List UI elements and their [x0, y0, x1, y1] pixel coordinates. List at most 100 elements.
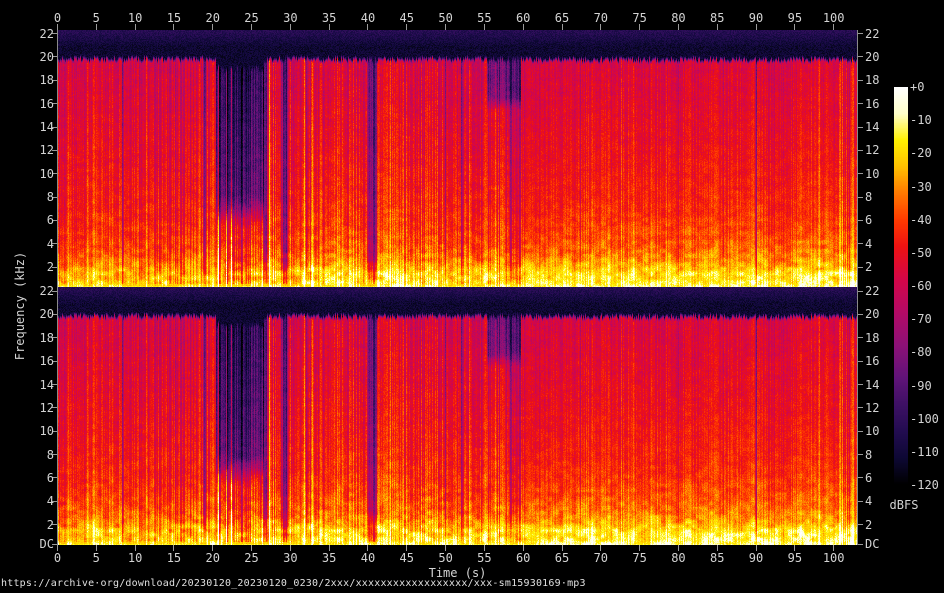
freq-tick-mark-right	[858, 407, 863, 408]
axis-ticks-layer: 0055101015152020252530303535404045455050…	[0, 0, 944, 593]
freq-tick-label-left: 14	[14, 379, 54, 391]
bottom-time-tick-label: 25	[232, 552, 272, 564]
bottom-time-tick-label: 85	[697, 552, 737, 564]
top-time-tick-label: 80	[658, 12, 698, 24]
dc-tick-mark-right	[858, 544, 863, 545]
spectrogram-window: 0055101015152020252530303535404045455050…	[0, 0, 944, 593]
bottom-time-tick-label: 35	[309, 552, 349, 564]
colorbar-tick-label: -40	[910, 214, 932, 226]
freq-tick-mark-right	[858, 267, 863, 268]
freq-tick-label-left: 10	[14, 168, 54, 180]
colorbar-tick-label: -120	[910, 479, 939, 491]
top-time-tick-label: 75	[620, 12, 660, 24]
freq-tick-label-left: 8	[14, 449, 54, 461]
freq-tick-mark-right	[858, 197, 863, 198]
freq-tick-label-left: 8	[14, 191, 54, 203]
colorbar-tick-label: -30	[910, 181, 932, 193]
freq-tick-label-left: 10	[14, 425, 54, 437]
top-time-tick-label: 60	[503, 12, 543, 24]
freq-tick-mark-right	[858, 220, 863, 221]
bottom-time-tick-label: 15	[154, 552, 194, 564]
colorbar-tick-label: -50	[910, 247, 932, 259]
bottom-time-tick-label: 45	[387, 552, 427, 564]
bottom-time-tick-label: 75	[620, 552, 660, 564]
freq-tick-label-left: 22	[14, 28, 54, 40]
freq-tick-label-right: 22	[865, 28, 905, 40]
colorbar-tick-label: -80	[910, 346, 932, 358]
freq-tick-label-right: 18	[865, 74, 905, 86]
top-time-tick-label: 20	[193, 12, 233, 24]
bottom-time-tick-label: 50	[426, 552, 466, 564]
freq-tick-label-left: 6	[14, 214, 54, 226]
top-time-tick-label: 70	[581, 12, 621, 24]
freq-tick-mark-right	[858, 103, 863, 104]
top-time-tick-label: 40	[348, 12, 388, 24]
freq-tick-label-left: 12	[14, 402, 54, 414]
freq-tick-mark-right	[858, 454, 863, 455]
freq-tick-label-left: 2	[14, 519, 54, 531]
colorbar-tick-label: -60	[910, 280, 932, 292]
freq-tick-label-right: 2	[865, 519, 905, 531]
freq-tick-mark-right	[858, 150, 863, 151]
bottom-time-tick-label: 90	[736, 552, 776, 564]
top-time-tick-label: 85	[697, 12, 737, 24]
freq-tick-mark-right	[858, 291, 863, 292]
freq-tick-mark-right	[858, 80, 863, 81]
freq-tick-label-left: 12	[14, 144, 54, 156]
bottom-time-tick-label: 60	[503, 552, 543, 564]
colorbar-tick-label: -90	[910, 380, 932, 392]
freq-tick-label-right: 20	[865, 51, 905, 63]
top-time-tick-label: 55	[464, 12, 504, 24]
top-time-tick-label: 45	[387, 12, 427, 24]
top-time-tick-label: 35	[309, 12, 349, 24]
top-time-tick-label: 95	[775, 12, 815, 24]
colorbar-unit-label: dBFS	[874, 498, 934, 512]
bottom-time-tick-label: 80	[658, 552, 698, 564]
bottom-time-tick-label: 95	[775, 552, 815, 564]
colorbar-tick-label: +0	[910, 81, 924, 93]
bottom-time-tick-label: 100	[814, 552, 854, 564]
freq-tick-label-left: 20	[14, 51, 54, 63]
freq-tick-mark-right	[858, 33, 863, 34]
freq-tick-label-left: 18	[14, 74, 54, 86]
top-time-tick-label: 0	[38, 12, 78, 24]
colorbar-tick-label: -100	[910, 413, 939, 425]
bottom-time-tick-label: 65	[542, 552, 582, 564]
bottom-time-tick-label: 20	[193, 552, 233, 564]
freq-tick-mark-right	[858, 173, 863, 174]
freq-tick-mark-right	[858, 127, 863, 128]
bottom-time-tick-label: 40	[348, 552, 388, 564]
colorbar-gradient	[894, 87, 908, 485]
bottom-time-tick-label: 5	[76, 552, 116, 564]
freq-tick-label-left: 16	[14, 98, 54, 110]
bottom-time-tick-label: 30	[270, 552, 310, 564]
bottom-time-tick-label: 0	[38, 552, 78, 564]
freq-tick-mark-right	[858, 524, 863, 525]
top-time-tick-label: 100	[814, 12, 854, 24]
bottom-time-tick-label: 55	[464, 552, 504, 564]
freq-tick-label-left: 14	[14, 121, 54, 133]
top-time-tick-label: 15	[154, 12, 194, 24]
dc-label-right: DC	[865, 538, 905, 550]
colorbar-tick-label: -70	[910, 313, 932, 325]
top-time-tick-label: 25	[232, 12, 272, 24]
freq-tick-mark-right	[858, 243, 863, 244]
freq-tick-mark-right	[858, 431, 863, 432]
bottom-time-tick-label: 70	[581, 552, 621, 564]
dc-label-left: DC	[14, 538, 54, 550]
freq-tick-label-left: 6	[14, 472, 54, 484]
freq-tick-mark-right	[858, 501, 863, 502]
freq-tick-label-left: 4	[14, 495, 54, 507]
top-time-tick-label: 10	[115, 12, 155, 24]
freq-tick-mark-right	[858, 56, 863, 57]
freq-tick-mark-right	[858, 384, 863, 385]
freq-tick-mark-right	[858, 337, 863, 338]
colorbar-tick-label: -10	[910, 114, 932, 126]
top-time-tick-label: 65	[542, 12, 582, 24]
top-time-tick-label: 5	[76, 12, 116, 24]
y-axis-title: Frequency (kHz)	[13, 252, 27, 360]
source-url-text: https://archive·org/download/20230120_20…	[1, 578, 586, 589]
colorbar-tick-label: -20	[910, 147, 932, 159]
freq-tick-mark-right	[858, 477, 863, 478]
bottom-time-tick-label: 10	[115, 552, 155, 564]
